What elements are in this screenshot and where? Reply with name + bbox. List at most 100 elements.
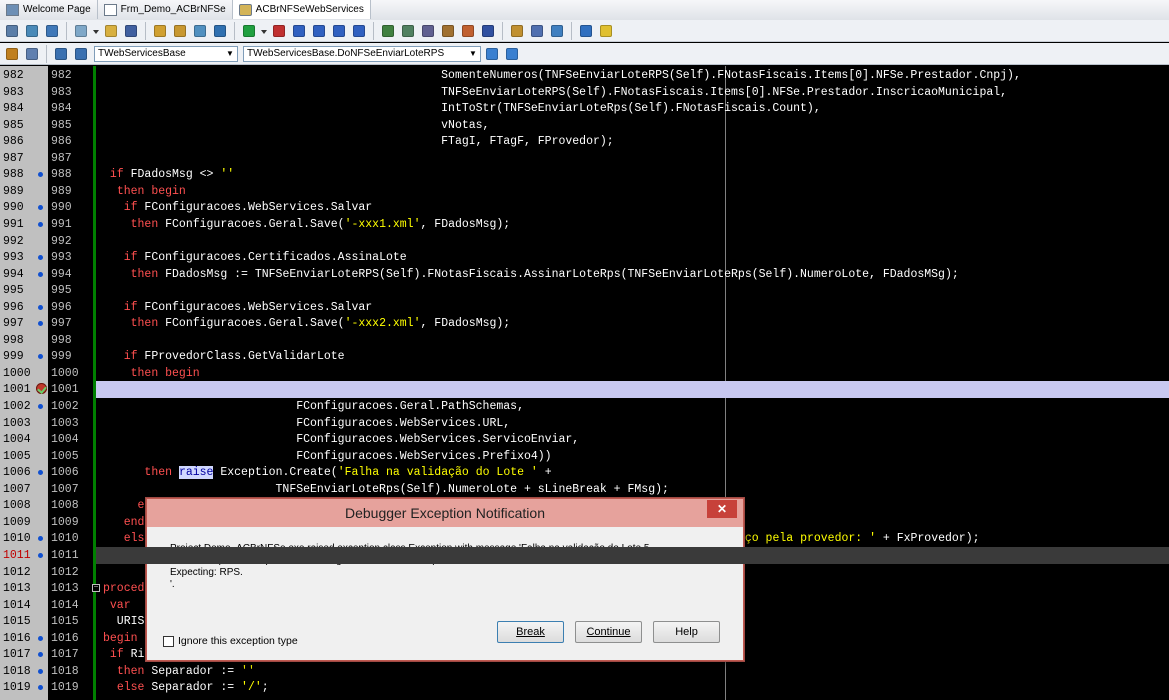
- executable-line-dot-icon[interactable]: [38, 354, 43, 359]
- breakpoint-icon[interactable]: [36, 383, 47, 394]
- save-icon[interactable]: [122, 22, 140, 40]
- code-line[interactable]: 1005 1005 FConfiguracoes.WebServices.Pref…: [0, 448, 1169, 465]
- help-question-icon[interactable]: [577, 22, 595, 40]
- code-line[interactable]: 1000 1000 then begin: [0, 365, 1169, 382]
- trace-icon[interactable]: [330, 22, 348, 40]
- navigate-back-icon[interactable]: [483, 45, 501, 63]
- ignore-exception-checkbox[interactable]: Ignore this exception type: [163, 635, 298, 647]
- line-number-secondary: 997: [51, 317, 72, 330]
- executable-line-dot-icon[interactable]: [38, 172, 43, 177]
- code-line[interactable]: 1003 1003 FConfiguracoes.WebServices.URL,: [0, 415, 1169, 432]
- code-line[interactable]: 994 994 then FDadosMsg := TNFSeEnviarLote…: [0, 266, 1169, 283]
- executable-line-dot-icon[interactable]: [38, 222, 43, 227]
- dialog-titlebar[interactable]: Debugger Exception Notification ✕: [147, 499, 743, 527]
- code-line[interactable]: 1002 1002 FConfiguracoes.Geral.PathSchema…: [0, 398, 1169, 415]
- view-unit-icon[interactable]: [23, 22, 41, 40]
- line-number-secondary: 984: [51, 102, 72, 115]
- lightbulb-icon[interactable]: [597, 22, 615, 40]
- translate-icon[interactable]: [528, 22, 546, 40]
- executable-line-dot-icon[interactable]: [38, 553, 43, 558]
- tab-frm-demo[interactable]: Frm_Demo_ACBrNFSe: [98, 0, 233, 19]
- code-line[interactable]: 996 996 if FConfiguracoes.WebServices.Sal…: [0, 299, 1169, 316]
- executable-line-dot-icon[interactable]: [38, 470, 43, 475]
- tab-webservices[interactable]: ACBrNFSeWebServices: [232, 0, 371, 19]
- new-items-icon[interactable]: [43, 22, 61, 40]
- palette-icon[interactable]: [399, 22, 417, 40]
- close-button[interactable]: ✕: [707, 500, 737, 518]
- code-line[interactable]: 990 990 if FConfiguracoes.WebServices.Sal…: [0, 199, 1169, 216]
- bookmark-icon[interactable]: [3, 45, 21, 63]
- break-button[interactable]: Break: [497, 621, 564, 643]
- code-line[interactable]: 1019 1019 else Separador := '/';: [0, 679, 1169, 696]
- code-text: if FDadosMsg <> '': [109, 168, 235, 181]
- open-project-icon[interactable]: [151, 22, 169, 40]
- code-line[interactable]: 1006 1006 then raise Exception.Create('Fa…: [0, 464, 1169, 481]
- separator: [571, 21, 572, 40]
- step-over-icon[interactable]: [310, 22, 328, 40]
- save-all-icon[interactable]: [171, 22, 189, 40]
- code-line[interactable]: 984 984 IntToStr(TNFSeEnviarLoteRps(Self)…: [0, 100, 1169, 117]
- executable-line-dot-icon[interactable]: [38, 669, 43, 674]
- code-line[interactable]: 982 982 SomenteNumeros(TNFSeEnviarLoteRPS…: [0, 67, 1169, 84]
- add-to-project-icon[interactable]: [191, 22, 209, 40]
- class-combo[interactable]: TWebServicesBase ▼: [94, 45, 238, 62]
- implementation-icon[interactable]: [72, 45, 90, 63]
- help-button[interactable]: Help: [653, 621, 720, 643]
- executable-line-dot-icon[interactable]: [38, 536, 43, 541]
- inspector-icon[interactable]: [439, 22, 457, 40]
- class-explorer-icon[interactable]: [508, 22, 526, 40]
- continue-button[interactable]: Continue: [575, 621, 642, 643]
- executable-line-dot-icon[interactable]: [38, 272, 43, 277]
- code-line[interactable]: 993 993 if FConfiguracoes.Certificados.As…: [0, 249, 1169, 266]
- search-icon[interactable]: [479, 22, 497, 40]
- open-icon[interactable]: [102, 22, 120, 40]
- code-line[interactable]: 1004 1004 FConfiguracoes.WebServices.Serv…: [0, 431, 1169, 448]
- run-to-cursor-icon[interactable]: [350, 22, 368, 40]
- database-icon[interactable]: [459, 22, 477, 40]
- tab-welcome-page[interactable]: Welcome Page: [0, 0, 98, 19]
- code-line[interactable]: 991 991 then FConfiguracoes.Geral.Save('-…: [0, 216, 1169, 233]
- run-icon[interactable]: [240, 22, 258, 40]
- toggle-form-icon[interactable]: [3, 22, 21, 40]
- executable-line-dot-icon[interactable]: [38, 305, 43, 310]
- code-line[interactable]: 997 997 then FConfiguracoes.Geral.Save('-…: [0, 315, 1169, 332]
- code-line[interactable]: 999 999 if FProvedorClass.GetValidarLote: [0, 348, 1169, 365]
- executable-line-dot-icon[interactable]: [38, 404, 43, 409]
- help-icon[interactable]: [548, 22, 566, 40]
- code-line[interactable]: 988 988 if FDadosMsg <> '': [0, 166, 1169, 183]
- fold-toggle-icon[interactable]: −: [92, 584, 100, 592]
- checkbox-box[interactable]: [163, 635, 174, 647]
- interface-icon[interactable]: [52, 45, 70, 63]
- executable-line-dot-icon[interactable]: [38, 685, 43, 690]
- project-manager-icon[interactable]: [211, 22, 229, 40]
- line-number-secondary: 999: [51, 350, 72, 363]
- step-into-icon[interactable]: [290, 22, 308, 40]
- code-line[interactable]: 983 983 TNFSeEnviarLoteRPS(Self).FNotasFi…: [0, 84, 1169, 101]
- code-line[interactable]: 986 986 FTagI, FTagF, FProvedor);: [0, 133, 1169, 150]
- structure-icon[interactable]: [419, 22, 437, 40]
- code-line[interactable]: 992 992: [0, 233, 1169, 250]
- executable-line-dot-icon[interactable]: [38, 255, 43, 260]
- code-line[interactable]: 995 995: [0, 282, 1169, 299]
- code-line[interactable]: 998 998: [0, 332, 1169, 349]
- code-line[interactable]: 989 989 then begin: [0, 183, 1169, 200]
- chevron-down-icon[interactable]: ▼: [466, 47, 480, 61]
- code-line[interactable]: 985 985 vNotas,: [0, 117, 1169, 134]
- executable-line-dot-icon[interactable]: [38, 636, 43, 641]
- component-icon[interactable]: [379, 22, 397, 40]
- executable-line-dot-icon[interactable]: [38, 205, 43, 210]
- code-line[interactable]: 987 987: [0, 150, 1169, 167]
- code-text: then begin: [130, 367, 200, 380]
- stop-icon[interactable]: [270, 22, 288, 40]
- navigate-forward-icon[interactable]: [503, 45, 521, 63]
- chevron-down-icon[interactable]: [92, 22, 100, 40]
- code-line[interactable]: 1007 1007 TNFSeEnviarLoteRps(Self).Numero…: [0, 481, 1169, 498]
- window-icon[interactable]: [23, 45, 41, 63]
- code-line[interactable]: 1018 1018 then Separador := '': [0, 663, 1169, 680]
- method-combo[interactable]: TWebServicesBase.DoNFSeEnviarLoteRPS ▼: [243, 45, 481, 62]
- executable-line-dot-icon[interactable]: [38, 652, 43, 657]
- new-icon[interactable]: [72, 22, 90, 40]
- executable-line-dot-icon[interactable]: [38, 321, 43, 326]
- chevron-down-icon[interactable]: [260, 22, 268, 40]
- chevron-down-icon[interactable]: ▼: [223, 47, 237, 61]
